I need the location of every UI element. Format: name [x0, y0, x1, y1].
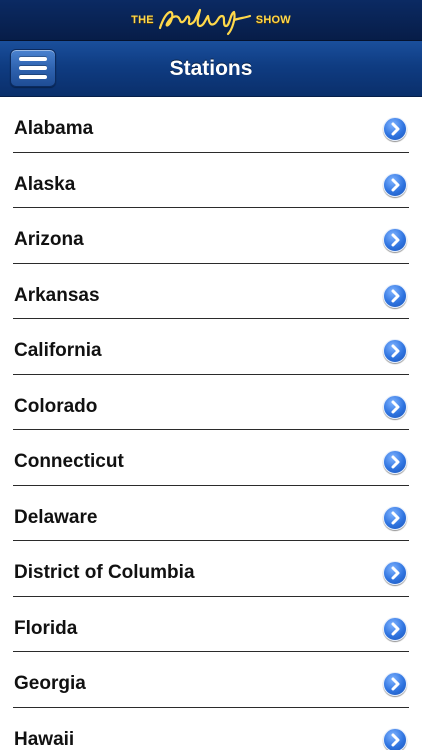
chevron-right-circle-icon[interactable] — [383, 172, 407, 197]
chevron-right-icon — [391, 733, 400, 746]
navigation-bar: Stations — [0, 41, 422, 97]
station-item-arkansas[interactable]: Arkansas — [13, 264, 409, 319]
list-item-label: Arkansas — [14, 284, 100, 306]
hamburger-menu-icon — [19, 66, 47, 70]
list-item-label: District of Columbia — [14, 562, 195, 583]
station-item-delaware[interactable]: Delaware — [13, 486, 409, 541]
chevron-right-circle-icon[interactable] — [383, 672, 407, 696]
chevron-right-circle-icon[interactable] — [383, 117, 407, 141]
chevron-right-circle-icon[interactable] — [383, 450, 407, 474]
station-item-colorado[interactable]: Colorado — [13, 375, 409, 430]
brand-show-text: SHOW — [255, 14, 291, 26]
chevron-right-icon — [391, 622, 400, 635]
chevron-right-icon — [391, 455, 400, 469]
hamburger-menu-icon — [19, 75, 47, 79]
brand-the-text: THE — [131, 14, 154, 26]
chevron-right-circle-icon[interactable] — [383, 339, 407, 363]
chevron-right-icon — [391, 511, 400, 524]
chevron-right-circle-icon[interactable] — [383, 283, 407, 308]
station-item-florida[interactable]: Florida — [13, 597, 409, 652]
station-item-arizona[interactable]: Arizona — [13, 208, 409, 264]
chevron-right-icon — [391, 677, 400, 691]
list-item-label: Florida — [14, 617, 78, 639]
station-item-district-of-columbia[interactable]: District of Columbia — [13, 541, 409, 597]
chevron-right-icon — [391, 178, 400, 191]
list-item-label: California — [14, 340, 102, 361]
list-item-label: Hawaii — [14, 728, 75, 750]
chevron-right-icon — [391, 344, 400, 358]
station-item-georgia[interactable]: Georgia — [13, 652, 409, 708]
stations-list: Alabama Alaska Arizona Arkansas Californ — [0, 97, 422, 750]
page-title: Stations — [169, 57, 253, 80]
chevron-right-icon — [391, 566, 400, 580]
chevron-right-circle-icon[interactable] — [383, 561, 407, 585]
chevron-right-icon — [391, 289, 400, 302]
list-item-label: Connecticut — [14, 451, 124, 472]
station-item-california[interactable]: California — [13, 319, 409, 375]
signature-logo-icon — [158, 8, 251, 36]
hamburger-menu-icon — [19, 57, 47, 61]
chevron-right-circle-icon[interactable] — [383, 505, 407, 530]
menu-button[interactable] — [10, 49, 56, 87]
station-item-hawaii[interactable]: Hawaii — [13, 708, 409, 750]
list-item-label: Arizona — [14, 229, 84, 250]
list-item-label: Colorado — [14, 395, 98, 417]
chevron-right-circle-icon[interactable] — [383, 228, 407, 252]
chevron-right-icon — [391, 122, 400, 136]
list-item-label: Alabama — [14, 118, 94, 139]
brand-banner: THE SHOW — [0, 0, 422, 41]
chevron-right-circle-icon[interactable] — [383, 727, 407, 750]
station-item-alabama[interactable]: Alabama — [13, 97, 409, 153]
chevron-right-circle-icon[interactable] — [383, 394, 407, 419]
list-item-label: Georgia — [14, 673, 86, 694]
app-screen: THE SHOW Stations Alabama Alaska Arizona… — [0, 0, 422, 750]
station-item-connecticut[interactable]: Connecticut — [13, 430, 409, 486]
chevron-right-icon — [391, 233, 400, 247]
station-item-alaska[interactable]: Alaska — [13, 153, 409, 208]
list-item-label: Delaware — [14, 506, 98, 528]
chevron-right-circle-icon[interactable] — [383, 616, 407, 641]
show-logo: THE SHOW — [131, 4, 291, 36]
list-item-label: Alaska — [14, 173, 76, 195]
chevron-right-icon — [391, 400, 400, 413]
